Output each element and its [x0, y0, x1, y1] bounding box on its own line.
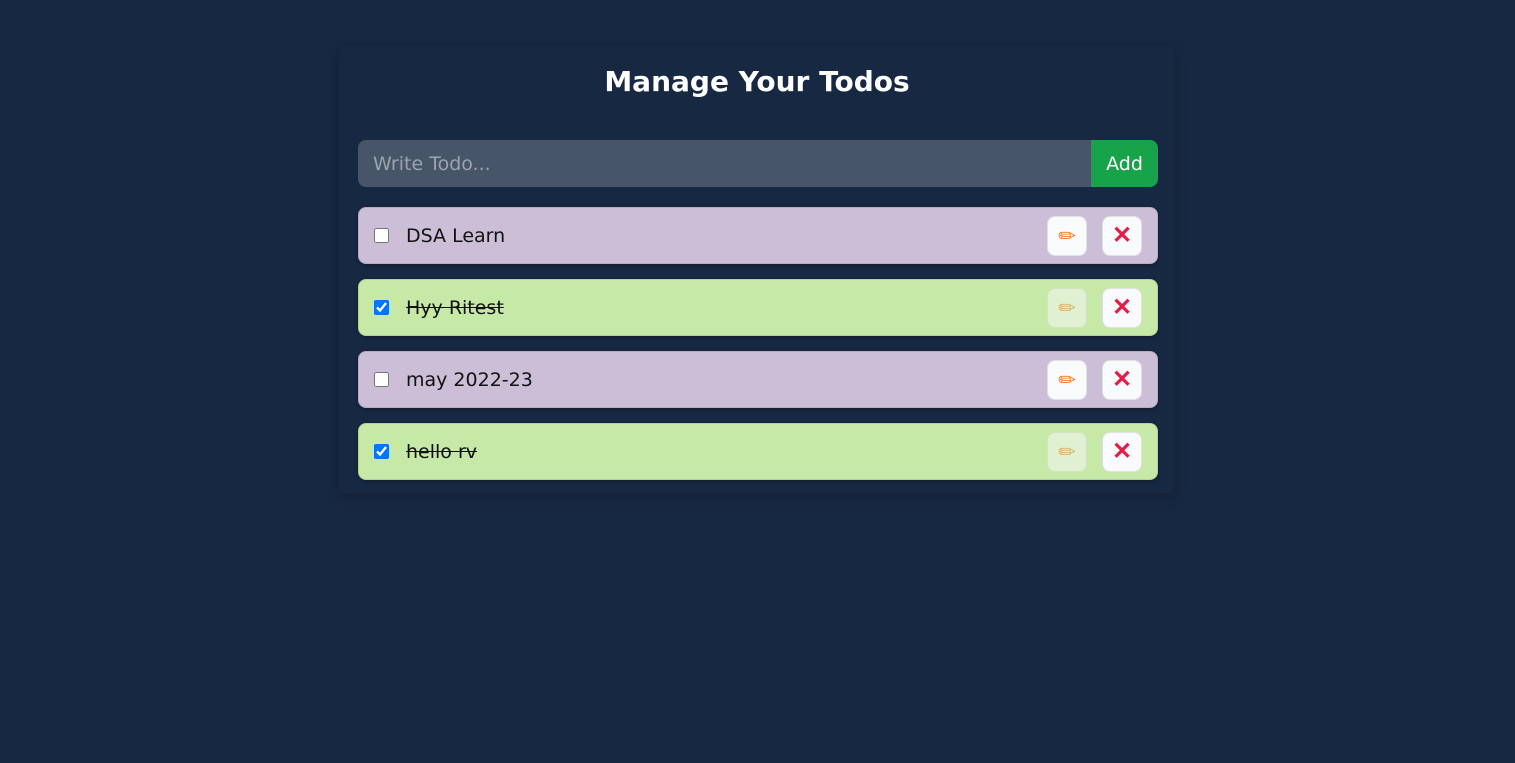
pencil-icon: ✏ [1058, 440, 1076, 464]
todo-list: DSA Learn ✏ ✕ Hyy Ritest ✏ ✕ may 2022-23… [358, 207, 1158, 495]
todo-item: Hyy Ritest ✏ ✕ [358, 279, 1158, 336]
edit-button[interactable]: ✏ [1047, 360, 1087, 400]
todo-item: DSA Learn ✏ ✕ [358, 207, 1158, 264]
add-button[interactable]: Add [1091, 140, 1158, 187]
page-title: Manage Your Todos [604, 65, 910, 98]
todo-form: Add [358, 140, 1158, 187]
todo-checkbox[interactable] [374, 300, 389, 315]
delete-button[interactable]: ✕ [1102, 432, 1142, 472]
todo-item: may 2022-23 ✏ ✕ [358, 351, 1158, 408]
delete-button[interactable]: ✕ [1102, 216, 1142, 256]
todo-item: hello rv ✏ ✕ [358, 423, 1158, 480]
todo-text[interactable]: DSA Learn [406, 223, 1036, 249]
todo-checkbox[interactable] [374, 372, 389, 387]
edit-button[interactable]: ✏ [1047, 288, 1087, 328]
close-icon: ✕ [1111, 222, 1133, 249]
todo-text[interactable]: Hyy Ritest [406, 295, 1036, 321]
todo-text[interactable]: may 2022-23 [406, 367, 1036, 393]
todo-text[interactable]: hello rv [406, 439, 1036, 465]
pencil-icon: ✏ [1058, 296, 1076, 320]
edit-button[interactable]: ✏ [1047, 216, 1087, 256]
close-icon: ✕ [1111, 438, 1133, 465]
close-icon: ✕ [1111, 366, 1133, 393]
todo-card: Manage Your Todos Add DSA Learn ✏ ✕ Hyy … [339, 46, 1175, 493]
todo-checkbox[interactable] [374, 228, 389, 243]
delete-button[interactable]: ✕ [1102, 288, 1142, 328]
close-icon: ✕ [1111, 294, 1133, 321]
delete-button[interactable]: ✕ [1102, 360, 1142, 400]
pencil-icon: ✏ [1058, 368, 1076, 392]
todo-checkbox[interactable] [374, 444, 389, 459]
pencil-icon: ✏ [1058, 224, 1076, 248]
todo-input[interactable] [358, 140, 1091, 187]
edit-button[interactable]: ✏ [1047, 432, 1087, 472]
